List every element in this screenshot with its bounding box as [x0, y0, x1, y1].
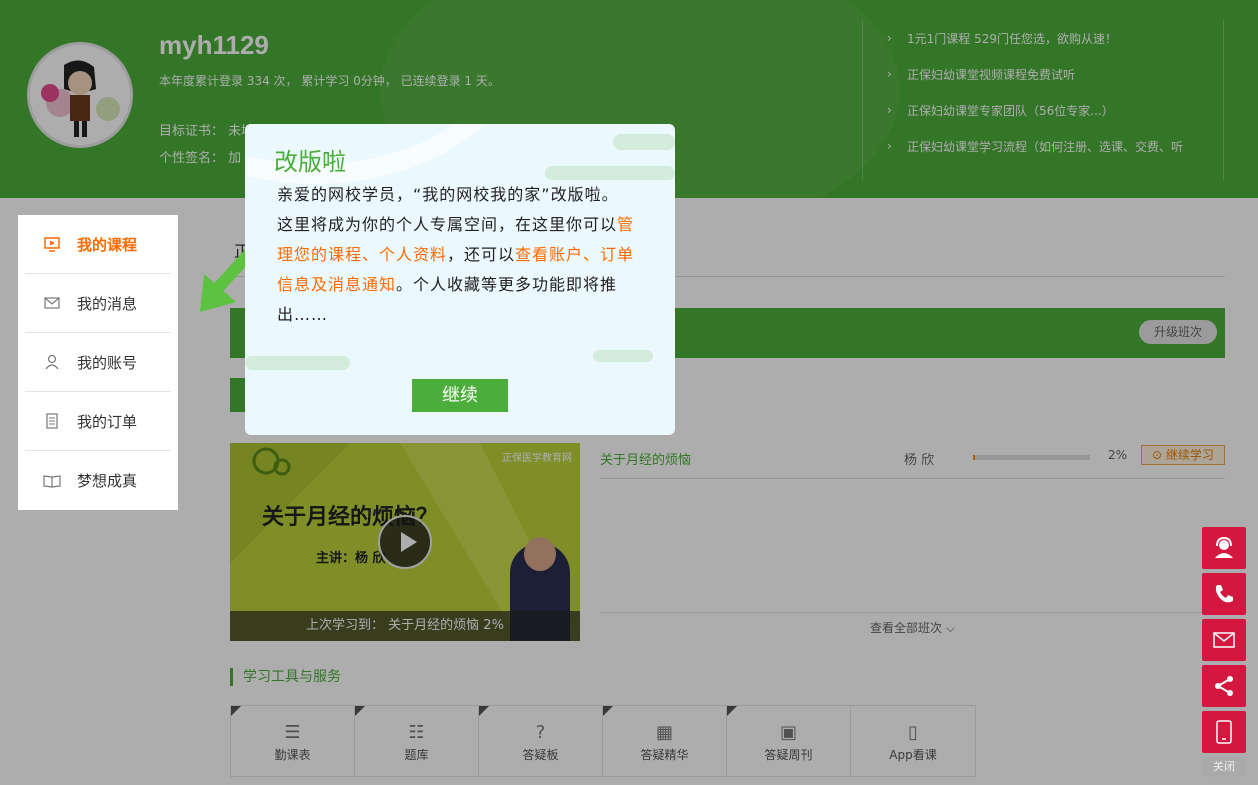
dialog-decoration — [593, 350, 653, 362]
dialog-text: 这里将成为你的个人专属空间，在这里你可以 — [277, 215, 618, 234]
redesign-notice-dialog: 改版啦 亲爱的网校学员，“我的网校我的家”改版啦。 这里将成为你的个人专属空间，… — [245, 124, 675, 435]
phone-button[interactable] — [1202, 573, 1246, 615]
dialog-greeting: 亲爱的网校学员，“我的网校我的家”改版啦。 — [277, 185, 619, 204]
sidebar-item-label: 梦想成真 — [77, 472, 138, 490]
mobile-icon — [1216, 720, 1232, 744]
share-button[interactable] — [1202, 665, 1246, 707]
dialog-decoration — [245, 356, 350, 370]
sidebar-item-label: 我的订单 — [77, 412, 138, 431]
sidebar-item-my-messages[interactable]: 我的消息 — [25, 274, 171, 333]
sidebar-item-my-orders[interactable]: 我的订单 — [25, 392, 171, 451]
share-icon — [1215, 676, 1233, 696]
document-icon — [43, 413, 61, 429]
mobile-app-button[interactable] — [1202, 711, 1246, 753]
sidebar-item-label: 我的消息 — [77, 294, 138, 313]
sidebar-menu: 我的课程 我的消息 我的账号 我的订单 梦想成真 — [18, 215, 178, 510]
floating-toolbar: 关闭 — [1202, 527, 1246, 777]
envelope-icon — [43, 295, 61, 311]
sidebar-item-dream[interactable]: 梦想成真 — [25, 451, 171, 510]
user-icon — [43, 354, 61, 370]
customer-service-button[interactable] — [1202, 527, 1246, 569]
phone-icon — [1215, 585, 1233, 603]
dialog-title: 改版啦 — [274, 148, 346, 176]
sidebar-item-my-account[interactable]: 我的账号 — [25, 333, 171, 392]
sidebar-item-label: 我的课程 — [77, 235, 138, 254]
book-icon — [43, 473, 61, 489]
dialog-text: ，还可以 — [447, 245, 516, 264]
dialog-decoration — [545, 166, 675, 180]
close-toolbar-button[interactable]: 关闭 — [1202, 757, 1246, 777]
dialog-body: 亲爱的网校学员，“我的网校我的家”改版啦。 这里将成为你的个人专属空间，在这里你… — [277, 180, 647, 330]
monitor-play-icon — [43, 236, 61, 252]
sidebar-item-label: 我的账号 — [77, 353, 138, 372]
dialog-decoration — [613, 134, 675, 150]
continue-button[interactable]: 继续 — [412, 379, 508, 412]
mail-button[interactable] — [1202, 619, 1246, 661]
sidebar-item-my-courses[interactable]: 我的课程 — [25, 215, 171, 274]
mail-icon — [1213, 632, 1235, 648]
headset-icon — [1215, 536, 1233, 558]
